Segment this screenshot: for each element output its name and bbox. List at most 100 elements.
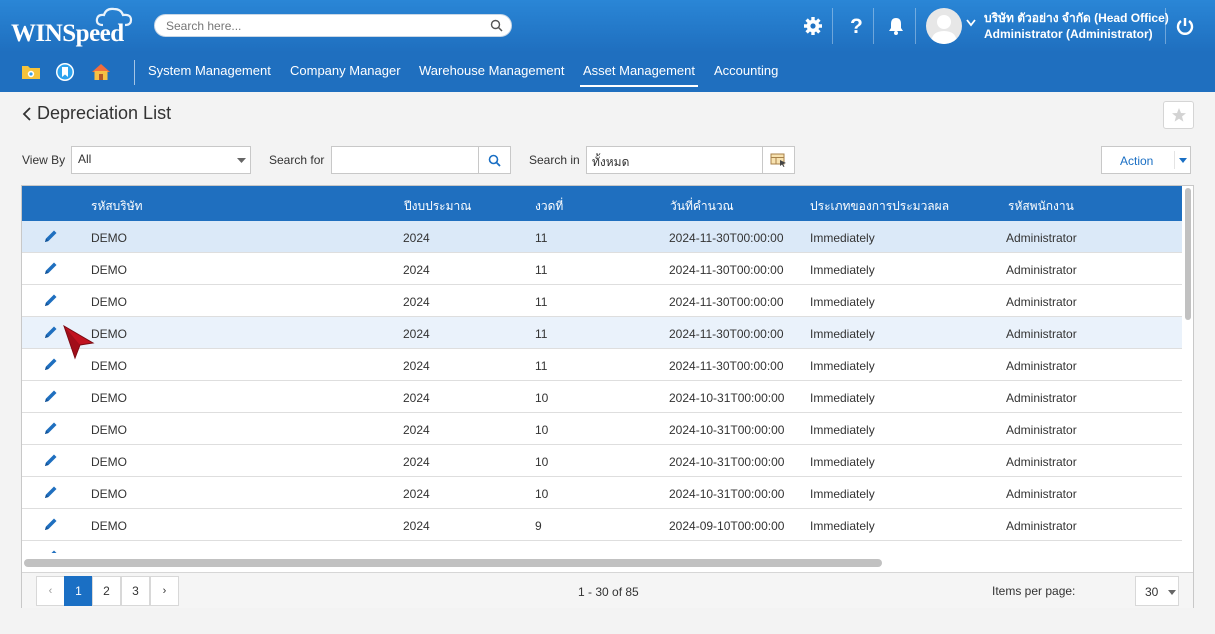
page-2-button[interactable]: 2 [92,576,121,606]
global-search[interactable] [154,14,512,37]
nav-company-manager[interactable]: Company Manager [290,63,401,78]
cell-period: 11 [535,263,548,277]
edit-pencil-icon[interactable] [43,324,59,340]
cell-period: 11 [535,295,548,309]
cell-process-type: Immediately [810,391,875,405]
table-row[interactable]: DEMO 2024 11 2024-11-30T00:00:00 Immediately… [22,349,1182,381]
column-header-employee-code[interactable]: รหัสพนักงาน [1008,197,1074,216]
home-icon[interactable] [90,61,112,83]
table-row[interactable]: DEMO 2024 10 2024-10-31T00:00:00 Immediately… [22,477,1182,509]
header-divider [915,8,916,44]
field-picker-icon [770,153,786,167]
column-header-company-code[interactable]: รหัสบริษัท [91,197,143,216]
vertical-scroll-thumb[interactable] [1185,188,1191,320]
items-per-page-value: 30 [1145,585,1159,599]
cell-period: 10 [535,423,549,437]
cell-company-code: DEMO [91,391,127,405]
cell-employee-code: Administrator [1006,423,1077,437]
cell-period: 10 [535,391,549,405]
items-per-page-select[interactable]: 30 [1135,576,1179,606]
cell-period: 10 [535,455,549,469]
settings-gear-icon[interactable] [801,14,825,38]
search-in-field[interactable]: ทั้งหมด [586,146,763,174]
chevron-down-icon[interactable] [966,19,976,27]
action-dropdown-button[interactable]: Action [1101,146,1191,174]
edit-pencil-icon[interactable] [43,452,59,468]
main-nav: System Management Company Manager Wareho… [0,52,1215,92]
view-by-select[interactable]: All [71,146,251,174]
table-row[interactable]: DEMO 2024 9 2024-09-10T00:00:00 Immediately A… [22,509,1182,541]
edit-pencil-icon[interactable] [43,292,59,308]
table-row[interactable]: DEMO 2024 10 2024-10-31T00:00:00 Immediately… [22,381,1182,413]
search-in-value: ทั้งหมด [592,155,630,169]
column-header-period[interactable]: งวดที่ [535,197,563,216]
edit-pencil-icon[interactable] [43,420,59,436]
horizontal-scrollbar[interactable] [24,558,1182,567]
table-row[interactable]: DEMO 2024 10 2024-10-31T00:00:00 Immediately… [22,445,1182,477]
cell-fiscal-year: 2024 [403,487,430,501]
table-row[interactable]: DEMO 2024 11 2024-11-30T00:00:00 Immediately… [22,317,1182,349]
prev-page-button[interactable]: ‹ [36,576,65,606]
column-header-calc-date[interactable]: วันที่คำนวณ [670,197,734,216]
bookmark-icon[interactable] [54,61,76,83]
edit-pencil-icon[interactable] [43,516,59,532]
help-icon[interactable]: ? [844,14,868,38]
cell-process-type: Immediately [810,487,875,501]
table-row[interactable]: DEMO 2024 11 2024-11-30T00:00:00 Immediately… [22,221,1182,253]
folder-icon[interactable] [20,61,42,83]
grid-header: รหัสบริษัท ปีงบประมาณ งวดที่ วันที่คำนวณ… [22,186,1182,221]
cell-employee-code: Administrator [1006,551,1077,553]
search-icon[interactable] [490,19,503,32]
user-info[interactable]: บริษัท ตัวอย่าง จำกัด (Head Office) Admi… [984,10,1169,42]
table-row[interactable]: DEMO 2024 11 2024-11-30T00:00:00 Immediately… [22,253,1182,285]
search-in-picker-button[interactable] [762,146,795,174]
vertical-scrollbar[interactable] [1184,188,1192,548]
cell-employee-code: Administrator [1006,391,1077,405]
back-chevron-icon[interactable] [22,107,32,121]
edit-pencil-icon[interactable] [43,548,59,553]
cell-employee-code: Administrator [1006,231,1077,245]
search-button[interactable] [478,146,511,174]
next-page-button[interactable]: › [150,576,179,606]
page-3-button[interactable]: 3 [121,576,150,606]
cell-fiscal-year: 2024 [403,423,430,437]
nav-warehouse-management[interactable]: Warehouse Management [419,63,565,78]
column-header-process-type[interactable]: ประเภทของการประมวลผล [810,197,949,216]
nav-system-management[interactable]: System Management [148,63,271,78]
edit-pencil-icon[interactable] [43,228,59,244]
search-for-input[interactable] [331,146,479,174]
grid-rows: DEMO 2024 11 2024-11-30T00:00:00 Immediately… [22,221,1182,553]
page-title: Depreciation List [37,103,172,123]
cell-calc-date: 2024-10-31T00:00:00 [669,391,785,405]
cell-company-code: DEMO [91,551,127,553]
global-search-input[interactable] [166,18,476,34]
user-avatar[interactable] [926,8,962,44]
column-header-fiscal-year[interactable]: ปีงบประมาณ [404,197,471,216]
cell-company-code: DEMO [91,455,127,469]
cell-employee-code: Administrator [1006,487,1077,501]
edit-pencil-icon[interactable] [43,260,59,276]
edit-pencil-icon[interactable] [43,388,59,404]
notification-bell-icon[interactable] [884,14,908,38]
cell-company-code: DEMO [91,519,127,533]
view-by-label: View By [22,153,66,167]
cell-employee-code: Administrator [1006,455,1077,469]
table-row[interactable]: DEMO 2024 11 2024-11-30T00:00:00 Immediately… [22,285,1182,317]
cell-fiscal-year: 2024 [403,519,430,533]
cell-process-type: Immediately [810,551,875,553]
power-icon[interactable] [1173,14,1197,38]
nav-asset-management[interactable]: Asset Management [580,63,699,87]
cell-process-type: Immediately [810,455,875,469]
page-1-button[interactable]: 1 [64,576,93,606]
favorite-button[interactable] [1163,101,1194,129]
cell-calc-date: 2024-09-30T00:00:00 [669,551,784,553]
winspeed-logo[interactable]: WINSpeed [11,6,136,48]
user-role: Administrator (Administrator) [984,27,1153,41]
table-row[interactable]: DEMO 2024 10 2024-10-31T00:00:00 Immediately… [22,413,1182,445]
horizontal-scroll-thumb[interactable] [24,559,882,567]
table-row[interactable]: DEMO 2024 9 2024-09-30T00:00:00 Immediately A… [22,541,1182,553]
nav-accounting[interactable]: Accounting [714,63,778,78]
cell-employee-code: Administrator [1006,327,1077,341]
edit-pencil-icon[interactable] [43,356,59,372]
edit-pencil-icon[interactable] [43,484,59,500]
